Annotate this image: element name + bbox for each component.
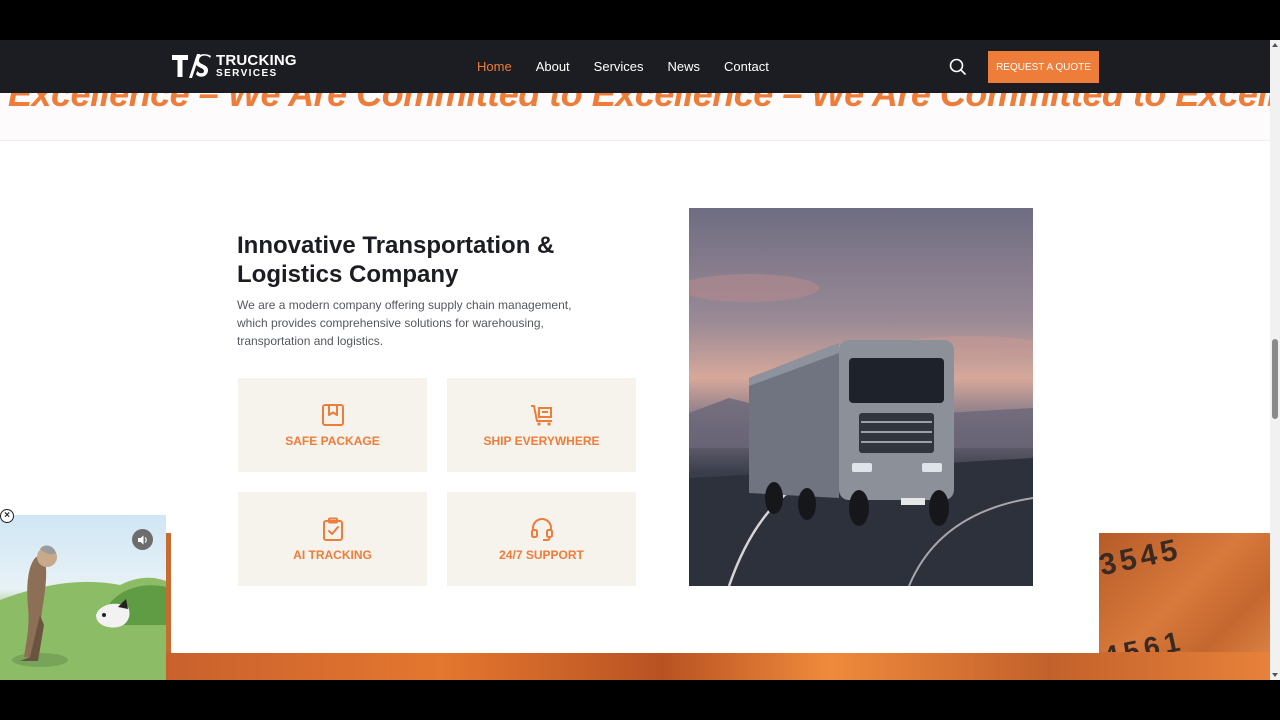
truck-illustration bbox=[689, 274, 1033, 586]
headset-icon bbox=[530, 518, 553, 541]
feature-safe-package: SAFE PACKAGE bbox=[238, 378, 427, 472]
feature-label: 24/7 SUPPORT bbox=[499, 548, 584, 562]
request-quote-button[interactable]: REQUEST A QUOTE bbox=[988, 51, 1099, 83]
truck-photo bbox=[689, 208, 1033, 586]
browser-viewport: TRUCKING SERVICES Home About Services Ne… bbox=[0, 40, 1270, 680]
nav-about[interactable]: About bbox=[536, 59, 570, 74]
logo-line-2: SERVICES bbox=[216, 68, 278, 79]
scroll-down-arrow-icon[interactable] bbox=[1272, 673, 1278, 677]
site-header: TRUCKING SERVICES Home About Services Ne… bbox=[0, 40, 1270, 93]
logo-line-1: TRUCKING bbox=[216, 52, 297, 69]
marquee-banner: Excellence – We Are Committed to Excelle… bbox=[0, 93, 1270, 141]
feature-label: SHIP EVERYWHERE bbox=[483, 434, 600, 448]
background-container-image-bottom bbox=[166, 652, 1270, 680]
logo-text: TRUCKING SERVICES bbox=[216, 53, 297, 79]
package-icon bbox=[321, 404, 344, 426]
scrollbar-thumb[interactable] bbox=[1272, 339, 1278, 419]
site-logo[interactable]: TRUCKING SERVICES bbox=[170, 52, 297, 80]
feature-label: SAFE PACKAGE bbox=[285, 434, 380, 448]
section-description: We are a modern company offering supply … bbox=[237, 298, 572, 348]
nav-home[interactable]: Home bbox=[477, 59, 512, 74]
page-scrollbar[interactable] bbox=[1270, 40, 1280, 680]
feature-support: 24/7 SUPPORT bbox=[447, 492, 636, 586]
speaker-icon[interactable] bbox=[132, 529, 153, 550]
nav-contact[interactable]: Contact bbox=[724, 59, 769, 74]
nav-news[interactable]: News bbox=[668, 59, 701, 74]
marquee-text: Excellence – We Are Committed to Excelle… bbox=[8, 93, 1270, 114]
feature-label: AI TRACKING bbox=[293, 548, 372, 562]
container-number-top: 3545 bbox=[1099, 533, 1185, 583]
main-nav: Home About Services News Contact bbox=[477, 59, 769, 74]
scroll-up-arrow-icon[interactable] bbox=[1272, 43, 1278, 47]
close-ad-icon[interactable]: × bbox=[0, 509, 14, 523]
search-icon[interactable] bbox=[949, 58, 966, 75]
nav-services[interactable]: Services bbox=[594, 59, 644, 74]
clipboard-check-icon bbox=[322, 517, 343, 541]
feature-ai-tracking: AI TRACKING bbox=[238, 492, 427, 586]
section-title: Innovative Transportation & Logistics Co… bbox=[237, 232, 555, 288]
logo-mark-icon bbox=[172, 54, 211, 78]
feature-ship-everywhere: SHIP EVERYWHERE bbox=[447, 378, 636, 472]
truck-icon bbox=[530, 405, 552, 426]
